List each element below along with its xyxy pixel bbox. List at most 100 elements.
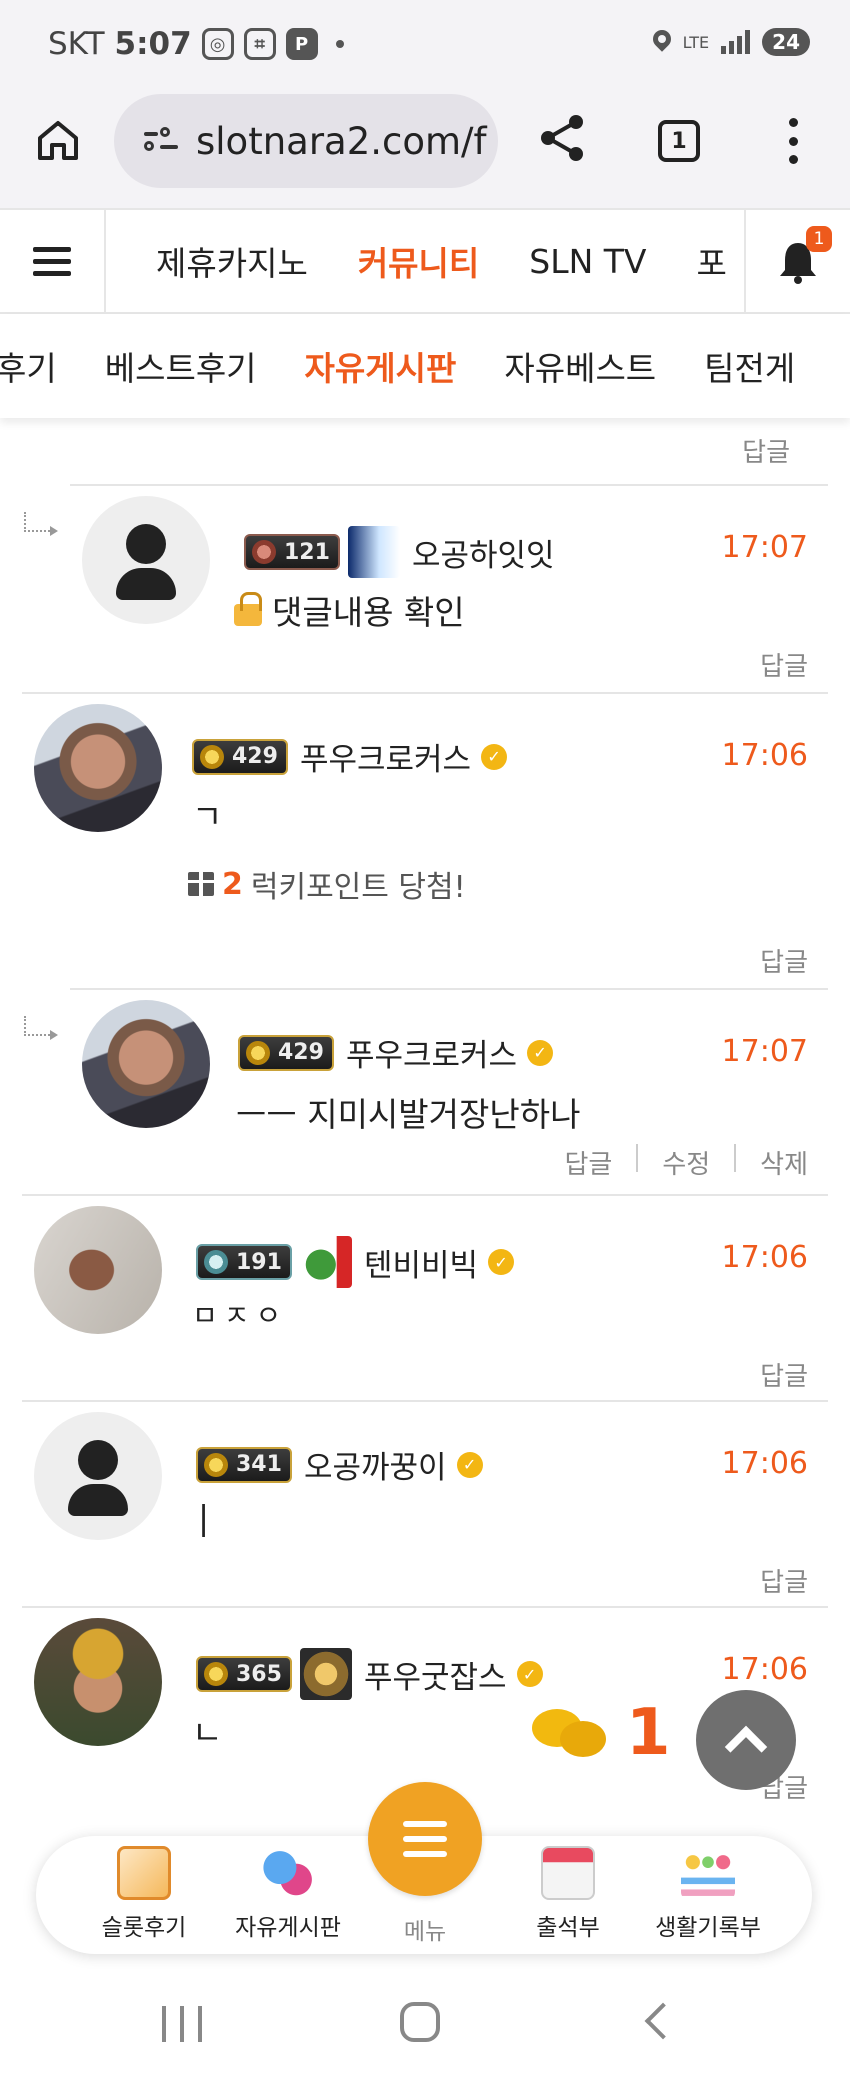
comment-meta: 429 푸우크로커스 ✓ <box>238 1030 554 1075</box>
delete-button[interactable]: 삭제 <box>760 1144 808 1181</box>
avatar[interactable] <box>34 1206 162 1334</box>
address-bar[interactable]: slotnara2.com/f <box>114 94 498 188</box>
tab-free-best[interactable]: 자유베스트 <box>504 342 656 390</box>
nickname[interactable]: 푸우크로커스 <box>300 734 471 779</box>
notification-dot-icon <box>335 40 344 48</box>
more-icon[interactable] <box>786 118 800 164</box>
avatar[interactable] <box>34 704 162 832</box>
reply-button[interactable]: 답글 <box>564 1144 612 1181</box>
browser-toolbar: slotnara2.com/f 1 <box>0 90 850 208</box>
tabs-icon[interactable]: 1 <box>658 120 700 162</box>
comment: 429 푸우크로커스 ✓ 17:06 ㄱ 2 럭키포인트 당첨! 답글 <box>22 692 828 988</box>
edit-button[interactable]: 수정 <box>662 1144 710 1181</box>
level-badge: 365 <box>196 1656 292 1692</box>
nav-item-community[interactable]: 커뮤니티 <box>358 237 479 285</box>
comment-reply: 121 오공하잇잇 17:07 댓글내용 확인 답글 <box>24 484 828 692</box>
battery-indicator: 24 <box>762 28 810 56</box>
bottom-menu-life-record[interactable]: 생활기록부 <box>638 1846 778 1942</box>
comment-time: 17:06 <box>721 1446 808 1481</box>
avatar[interactable] <box>34 1618 162 1746</box>
recent-apps-icon[interactable] <box>162 2006 202 2042</box>
status-right: LTE 24 <box>653 28 810 56</box>
carrier-label: SKT <box>48 26 105 62</box>
tab-reviews[interactable]: 후기 <box>0 342 57 390</box>
avatar[interactable] <box>82 1000 210 1128</box>
reply-button[interactable]: 답글 <box>742 432 790 469</box>
home-icon[interactable] <box>36 118 80 162</box>
lucky-point-notice: 2 럭키포인트 당첨! <box>188 862 466 906</box>
level-badge: 121 <box>244 534 340 570</box>
level-badge: 341 <box>196 1446 292 1483</box>
default-avatar-icon[interactable] <box>82 496 210 624</box>
nickname[interactable]: 텐비비빅 <box>364 1240 478 1285</box>
location-icon <box>653 30 671 54</box>
action-divider <box>636 1144 639 1172</box>
share-icon[interactable] <box>536 112 588 164</box>
nav-item-partner-casino[interactable]: 제휴카지노 <box>156 237 308 285</box>
back-icon[interactable] <box>644 2002 682 2040</box>
reply-arrow-icon <box>24 512 58 536</box>
nickname[interactable]: 오공까꿍이 <box>304 1442 447 1487</box>
nav-item-more[interactable]: 포 <box>697 237 727 285</box>
comment-time: 17:06 <box>721 738 808 773</box>
bottom-menu-label: 생활기록부 <box>655 1915 761 1941</box>
site-settings-icon[interactable] <box>144 127 178 154</box>
level-badge: 429 <box>192 738 288 775</box>
comment-content: ㅁㅈㅇ <box>192 1299 288 1332</box>
comment-list: 답글 121 오공하잇잇 17:07 댓글내용 확인 답글 429 푸우크로커스… <box>0 418 850 1818</box>
bottom-menu-free-board[interactable]: 자유게시판 <box>218 1846 358 1942</box>
comment-meta: 365 푸우굿잡스 ✓ <box>196 1648 543 1700</box>
chat-bubbles-icon[interactable] <box>532 1703 608 1763</box>
bottom-menu-attendance[interactable]: 출석부 <box>498 1846 638 1942</box>
reply-button[interactable]: 답글 <box>760 1562 808 1599</box>
comment-reply: 429 푸우크로커스 ✓ 17:07 ㅡㅡ 지미시발거장난하나 답글 수정 삭제 <box>24 988 828 1194</box>
comment-actions: 답글 <box>760 942 808 979</box>
nickname[interactable]: 푸우크로커스 <box>346 1030 517 1075</box>
bottom-menu-slot-reviews[interactable]: 슬롯후기 <box>74 1846 214 1942</box>
location-pin-icon: ◎ <box>201 28 234 60</box>
locked-content-text[interactable]: 댓글내용 확인 <box>272 593 465 632</box>
reply-button[interactable]: 답글 <box>760 942 808 979</box>
comment-time: 17:06 <box>721 1240 808 1275</box>
site-nav-items: 제휴카지노 커뮤니티 SLN TV 포 <box>106 210 744 312</box>
comment-count-button[interactable]: 1 <box>532 1696 671 1770</box>
comment-count: 1 <box>626 1696 671 1770</box>
default-avatar-icon[interactable] <box>34 1412 162 1540</box>
reply-button[interactable]: 답글 <box>760 1356 808 1393</box>
nickname[interactable]: 푸우굿잡스 <box>364 1652 507 1697</box>
nav-item-sln-tv[interactable]: SLN TV <box>529 242 646 281</box>
comment-actions: 답글 <box>760 646 808 683</box>
menu-button[interactable] <box>368 1782 482 1896</box>
nickname[interactable]: 오공하잇잇 <box>412 530 555 575</box>
gift-icon <box>188 872 214 896</box>
tab-free-board[interactable]: 자유게시판 <box>305 342 457 390</box>
comment-actions: 답글 <box>760 1356 808 1393</box>
clock: 5:07 <box>114 26 192 62</box>
review-note-icon <box>117 1846 171 1900</box>
notification-button[interactable]: 1 <box>744 210 850 312</box>
screenshot-icon: ⌗ <box>243 28 276 60</box>
url-text[interactable]: slotnara2.com/f <box>196 120 496 163</box>
verified-badge-icon: ✓ <box>481 743 508 770</box>
scroll-top-icon[interactable] <box>696 1690 796 1790</box>
comment-meta: 341 오공까꿍이 ✓ <box>196 1442 483 1487</box>
notification-badge: 1 <box>806 226 832 252</box>
tab-team-battle[interactable]: 팀전게 <box>704 342 795 390</box>
comment-meta: 191 텐비비빅 ✓ <box>196 1236 515 1288</box>
comment: 341 오공까꿍이 ✓ 17:06 | 답글 <box>22 1400 828 1606</box>
level-badge: 429 <box>238 1034 334 1071</box>
verified-badge-icon: ✓ <box>527 1039 554 1066</box>
reply-button[interactable]: 답글 <box>760 646 808 683</box>
comment: 191 텐비비빅 ✓ 17:06 ㅁㅈㅇ 답글 <box>22 1194 828 1400</box>
action-divider <box>734 1144 737 1172</box>
tab-best-reviews[interactable]: 베스트후기 <box>105 342 257 390</box>
bottom-menu-label: 출석부 <box>536 1915 600 1941</box>
verified-badge-icon: ✓ <box>516 1661 543 1687</box>
hamburger-menu-icon[interactable] <box>0 210 106 312</box>
comment-time: 17:06 <box>721 1652 808 1687</box>
site-nav: 제휴카지노 커뮤니티 SLN TV 포 1 <box>0 208 850 314</box>
system-home-icon[interactable] <box>400 2002 440 2042</box>
comment-content: | <box>198 1498 210 1537</box>
verified-badge-icon: ✓ <box>488 1249 515 1275</box>
menu-button-label[interactable]: 메뉴 <box>368 1912 482 1946</box>
